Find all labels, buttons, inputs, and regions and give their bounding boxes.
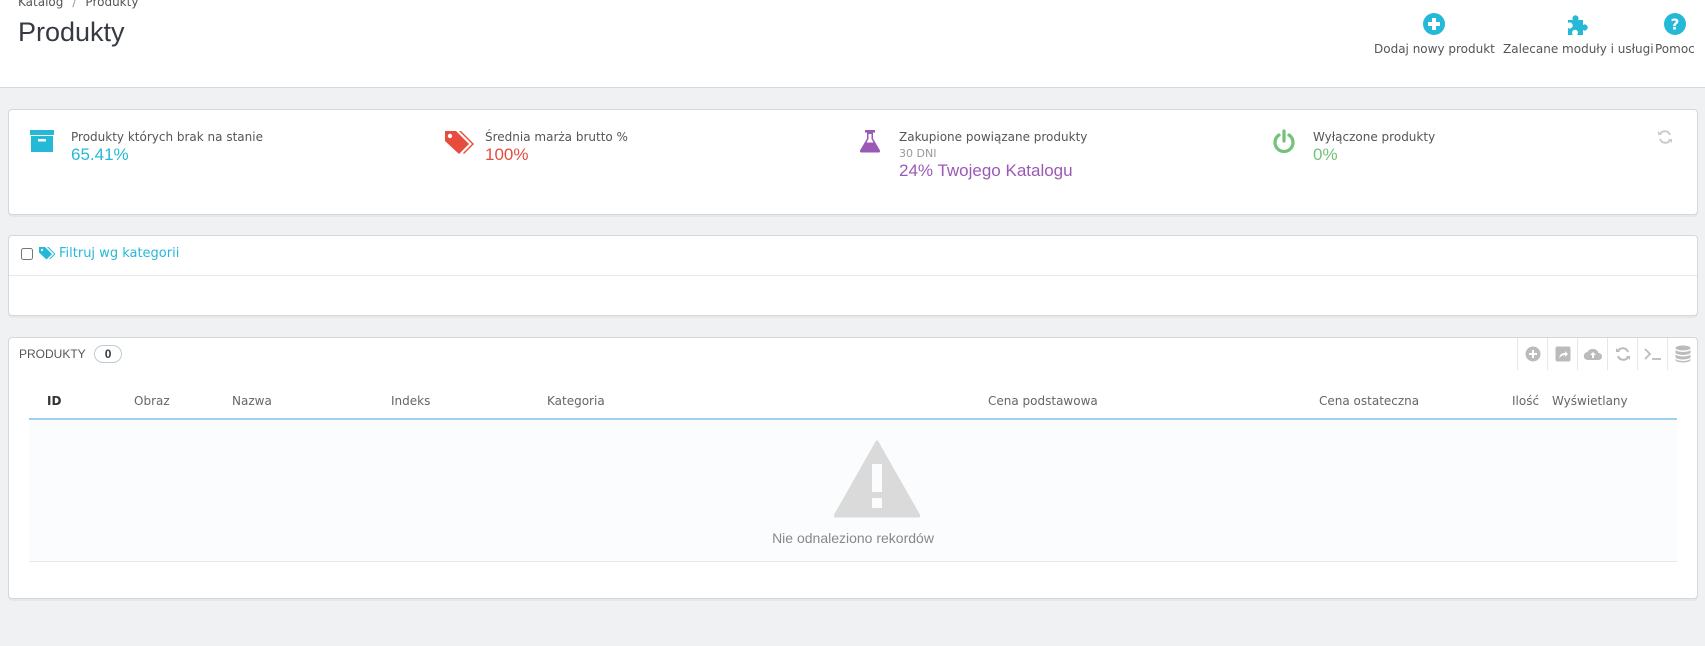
kpi-out-of-stock-value: 65.41% — [71, 145, 129, 164]
plus-circle-icon — [1525, 346, 1540, 362]
kpi-purchased-related-value: 24% Twojego Katalogu — [899, 161, 1073, 180]
column-header-category[interactable]: Kategoria — [547, 394, 605, 408]
add-new-product-label: Dodaj nowy produkt — [1374, 42, 1495, 56]
sql-query-button[interactable] — [1637, 338, 1667, 370]
question-circle-icon: ? — [1663, 13, 1686, 35]
archive-box-icon — [30, 130, 54, 152]
kpi-disabled-products-value: 0% — [1313, 145, 1338, 164]
column-header-quantity[interactable]: Ilość — [1512, 394, 1539, 408]
product-list-title: Produkty — [19, 347, 86, 361]
list-toolbar — [1517, 338, 1697, 370]
svg-text:?: ? — [1671, 16, 1680, 34]
refresh-icon — [1615, 347, 1630, 361]
no-records-message: Nie odnaleziono rekordów — [772, 530, 934, 546]
column-header-name[interactable]: Nazwa — [232, 394, 272, 408]
tags-icon — [39, 247, 55, 260]
page-title: Produkty — [18, 17, 125, 47]
sql-manager-button[interactable] — [1667, 338, 1697, 370]
product-list-panel: Produkty 0 — [8, 337, 1698, 599]
recommended-modules-label: Zalecane moduły i usługi — [1503, 42, 1654, 56]
recommended-modules-button[interactable]: Zalecane moduły i usługi — [1503, 12, 1654, 56]
flask-icon — [859, 130, 881, 153]
category-filter-panel: Filtruj wg kategorii — [8, 235, 1698, 316]
database-icon — [1675, 345, 1690, 363]
kpi-purchased-related-title: Zakupione powiązane produkty — [899, 130, 1088, 144]
breadcrumb-separator: / — [72, 0, 77, 9]
breadcrumb: Katalog / Produkty — [18, 0, 138, 9]
kpi-out-of-stock-title: Produkty których brak na stanie — [71, 130, 263, 144]
terminal-icon — [1643, 348, 1661, 360]
export-button[interactable] — [1547, 338, 1577, 370]
help-label: Pomoc — [1655, 42, 1695, 56]
page-header: Katalog / Produkty Produkty Dodaj nowy pro… — [0, 0, 1705, 88]
filter-divider — [9, 275, 1697, 276]
tags-icon — [445, 131, 474, 154]
refresh-list-button[interactable] — [1607, 338, 1637, 370]
power-icon — [1273, 129, 1295, 154]
share-icon — [1555, 346, 1570, 362]
column-header-status[interactable]: Wyświetlany — [1552, 394, 1628, 408]
add-new-product-button[interactable]: Dodaj nowy produkt — [1374, 12, 1495, 56]
breadcrumb-current: Produkty — [85, 0, 139, 9]
column-header-id[interactable]: ID — [47, 394, 61, 408]
column-header-final-price[interactable]: Cena ostateczna — [1319, 394, 1419, 408]
product-list-heading: Produkty 0 — [19, 345, 123, 363]
filter-by-category-checkbox[interactable] — [21, 247, 33, 260]
help-button[interactable]: ? Pomoc — [1655, 12, 1695, 56]
column-header-image: Obraz — [134, 394, 170, 408]
refresh-icon[interactable] — [1657, 129, 1673, 145]
product-count-badge: 0 — [93, 345, 123, 363]
column-header-base-price[interactable]: Cena podstawowa — [988, 394, 1098, 408]
import-button[interactable] — [1577, 338, 1607, 370]
kpi-average-margin-title: Średnia marża brutto % — [485, 130, 628, 144]
empty-table-state: Nie odnaleziono rekordów — [29, 420, 1677, 562]
puzzle-piece-icon — [1568, 15, 1588, 35]
cloud-upload-icon — [1583, 348, 1602, 361]
column-header-reference[interactable]: Indeks — [391, 394, 430, 408]
add-new-button[interactable] — [1517, 338, 1547, 370]
breadcrumb-catalog-link[interactable]: Katalog — [18, 0, 63, 9]
warning-triangle-icon — [834, 440, 920, 518]
kpi-average-margin-value: 100% — [485, 145, 529, 164]
filter-by-category-link[interactable]: Filtruj wg kategorii — [59, 246, 179, 261]
plus-circle-icon — [1423, 13, 1446, 35]
kpi-panel: Produkty których brak na stanie 65.41% Ś… — [8, 109, 1698, 215]
kpi-disabled-products-title: Wyłączone produkty — [1313, 130, 1436, 144]
kpi-purchased-related-period: 30 DNI — [899, 147, 937, 160]
